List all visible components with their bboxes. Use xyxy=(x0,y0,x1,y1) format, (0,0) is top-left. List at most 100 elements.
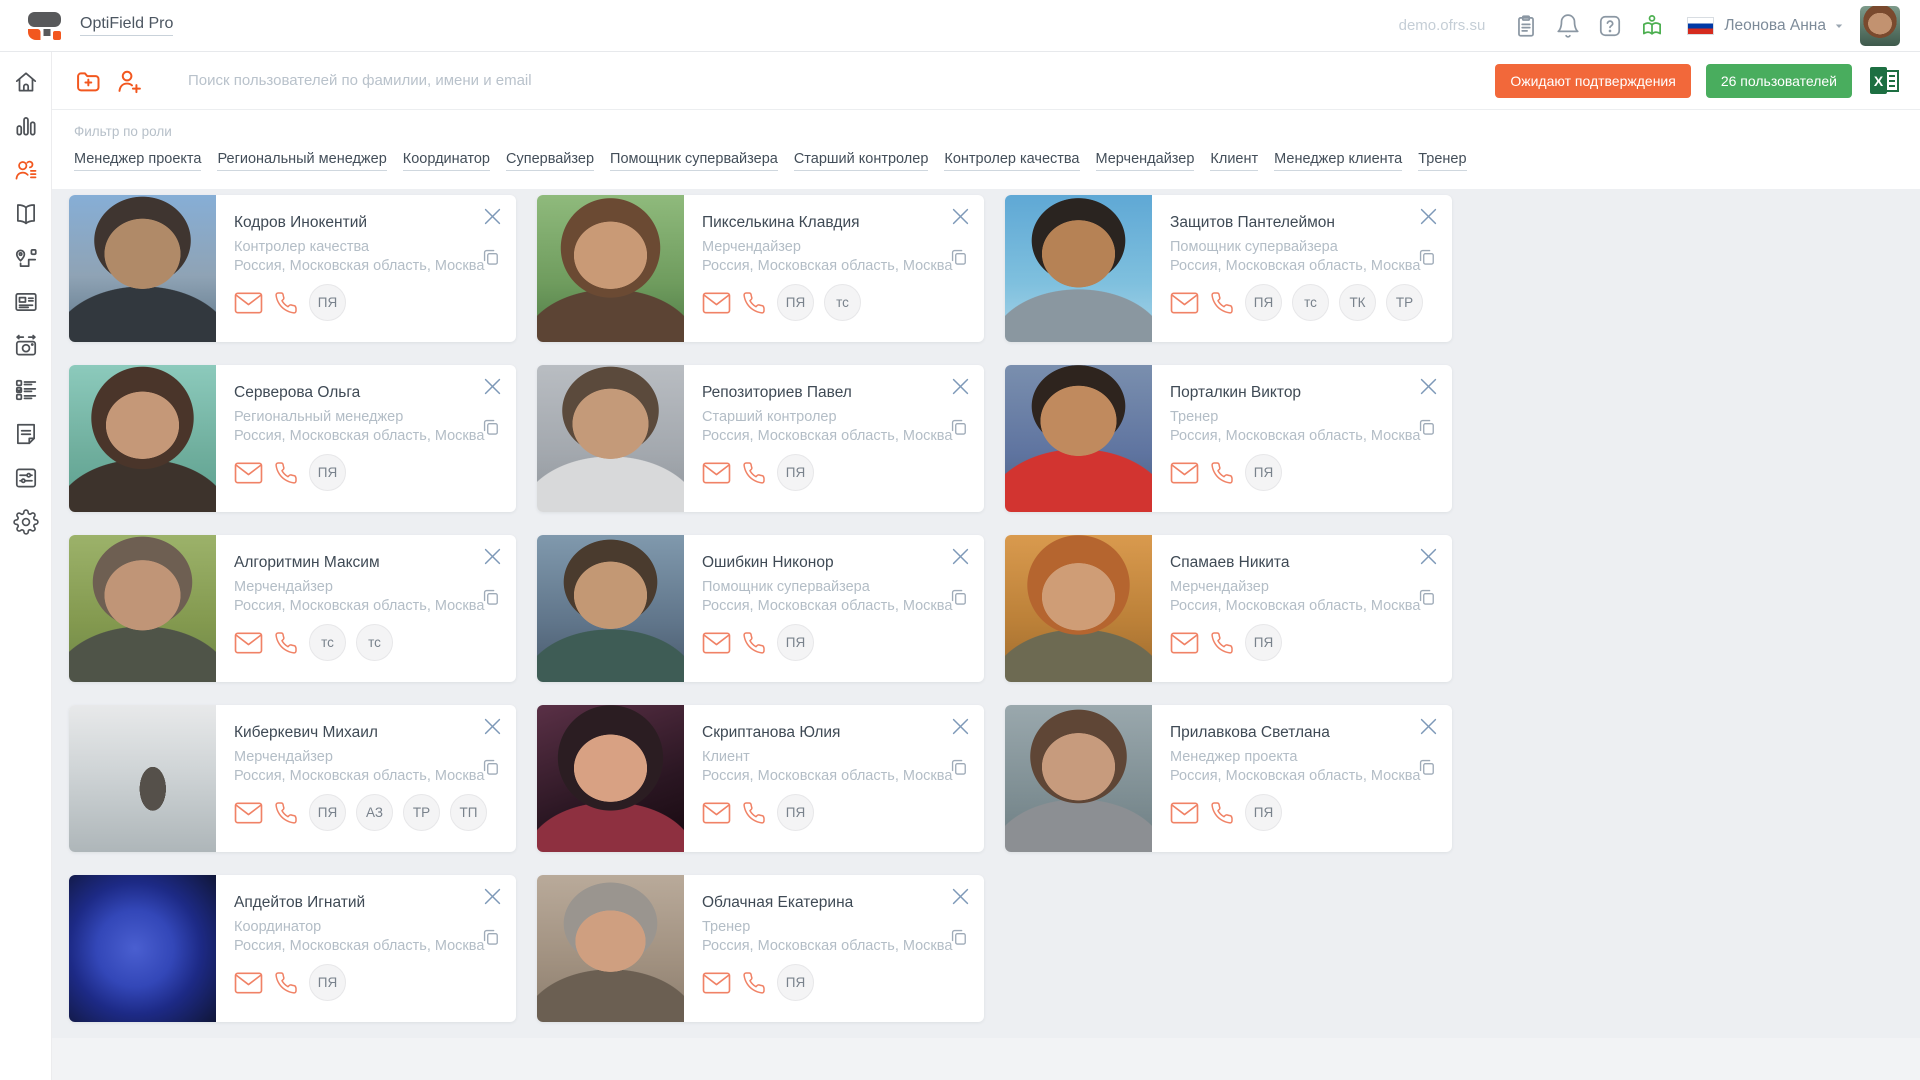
help-icon[interactable] xyxy=(1597,13,1623,39)
sidebar-item-users[interactable] xyxy=(0,148,51,192)
email-icon[interactable] xyxy=(234,972,263,994)
role-filter-item[interactable]: Менеджер клиента xyxy=(1274,151,1402,171)
close-icon[interactable] xyxy=(952,208,969,225)
email-icon[interactable] xyxy=(234,802,263,824)
copy-icon[interactable] xyxy=(949,587,968,606)
copy-icon[interactable] xyxy=(949,927,968,946)
clipboard-icon[interactable] xyxy=(1513,13,1539,39)
email-icon[interactable] xyxy=(234,462,263,484)
bell-icon[interactable] xyxy=(1555,13,1581,39)
chevron-down-icon[interactable] xyxy=(1832,19,1846,33)
email-icon[interactable] xyxy=(702,802,731,824)
email-icon[interactable] xyxy=(702,462,731,484)
user-avatar[interactable] xyxy=(1860,6,1900,46)
language-flag-ru-icon[interactable] xyxy=(1687,17,1714,35)
add-group-icon[interactable] xyxy=(74,67,102,95)
phone-icon[interactable] xyxy=(742,971,766,995)
email-icon[interactable] xyxy=(1170,632,1199,654)
phone-icon[interactable] xyxy=(274,291,298,315)
email-icon[interactable] xyxy=(702,972,731,994)
email-icon[interactable] xyxy=(1170,802,1199,824)
role-filter-item[interactable]: Помощник супервайзера xyxy=(610,151,778,171)
copy-icon[interactable] xyxy=(949,417,968,436)
phone-icon[interactable] xyxy=(274,801,298,825)
email-icon[interactable] xyxy=(234,292,263,314)
email-icon[interactable] xyxy=(1170,462,1199,484)
copy-icon[interactable] xyxy=(481,927,500,946)
role-filter-item[interactable]: Мерчендайзер xyxy=(1096,151,1195,171)
close-icon[interactable] xyxy=(484,378,501,395)
close-icon[interactable] xyxy=(484,888,501,905)
role-filter-item[interactable]: Клиент xyxy=(1210,151,1258,171)
close-icon[interactable] xyxy=(484,718,501,735)
phone-icon[interactable] xyxy=(742,631,766,655)
phone-icon[interactable] xyxy=(742,291,766,315)
role-filter-item[interactable]: Менеджер проекта xyxy=(74,151,201,171)
copy-icon[interactable] xyxy=(949,757,968,776)
copy-icon[interactable] xyxy=(1417,587,1436,606)
sidebar-item-photo-reports[interactable] xyxy=(0,324,51,368)
phone-icon[interactable] xyxy=(274,971,298,995)
search-input[interactable] xyxy=(176,64,1495,97)
excel-export-icon[interactable]: X xyxy=(1870,67,1899,94)
copy-icon[interactable] xyxy=(1417,247,1436,266)
close-icon[interactable] xyxy=(1420,378,1437,395)
copy-icon[interactable] xyxy=(481,247,500,266)
email-icon[interactable] xyxy=(1170,292,1199,314)
phone-icon[interactable] xyxy=(742,801,766,825)
role-filter-item[interactable]: Супервайзер xyxy=(506,151,594,171)
sidebar-item-statistics[interactable] xyxy=(0,104,51,148)
email-icon[interactable] xyxy=(234,632,263,654)
add-user-icon[interactable] xyxy=(116,67,144,95)
copy-icon[interactable] xyxy=(1417,757,1436,776)
close-icon[interactable] xyxy=(1420,208,1437,225)
current-user-name[interactable]: Леонова Анна xyxy=(1724,17,1826,35)
role-filter-item[interactable]: Координатор xyxy=(403,151,490,171)
phone-icon[interactable] xyxy=(1210,291,1234,315)
copy-icon[interactable] xyxy=(481,417,500,436)
role-filter-item[interactable]: Региональный менеджер xyxy=(217,151,386,171)
app-title[interactable]: OptiField Pro xyxy=(80,15,173,36)
user-photo[interactable] xyxy=(537,705,684,852)
close-icon[interactable] xyxy=(952,718,969,735)
copy-icon[interactable] xyxy=(481,587,500,606)
user-photo[interactable] xyxy=(69,535,216,682)
user-photo[interactable] xyxy=(69,365,216,512)
user-photo[interactable] xyxy=(69,195,216,342)
sidebar-item-news[interactable] xyxy=(0,280,51,324)
sidebar-item-home[interactable] xyxy=(0,60,51,104)
pending-confirmation-button[interactable]: Ожидают подтверждения xyxy=(1495,64,1690,98)
user-photo[interactable] xyxy=(69,705,216,852)
role-filter-item[interactable]: Контролер качества xyxy=(944,151,1079,171)
app-logo-icon[interactable] xyxy=(24,6,64,46)
phone-icon[interactable] xyxy=(1210,631,1234,655)
sidebar-item-routes[interactable] xyxy=(0,236,51,280)
close-icon[interactable] xyxy=(952,548,969,565)
email-icon[interactable] xyxy=(702,292,731,314)
user-photo[interactable] xyxy=(1005,705,1152,852)
training-icon[interactable] xyxy=(1639,13,1665,39)
role-filter-item[interactable]: Старший контролер xyxy=(794,151,929,171)
sidebar-item-settings[interactable] xyxy=(0,500,51,544)
phone-icon[interactable] xyxy=(274,461,298,485)
sidebar-item-tasks[interactable] xyxy=(0,368,51,412)
close-icon[interactable] xyxy=(952,888,969,905)
user-photo[interactable] xyxy=(537,195,684,342)
phone-icon[interactable] xyxy=(742,461,766,485)
user-photo[interactable] xyxy=(1005,195,1152,342)
role-filter-item[interactable]: Тренер xyxy=(1418,151,1466,171)
user-photo[interactable] xyxy=(69,875,216,1022)
phone-icon[interactable] xyxy=(1210,801,1234,825)
phone-icon[interactable] xyxy=(1210,461,1234,485)
phone-icon[interactable] xyxy=(274,631,298,655)
sidebar-item-directory[interactable] xyxy=(0,192,51,236)
sidebar-item-documents[interactable] xyxy=(0,412,51,456)
close-icon[interactable] xyxy=(1420,718,1437,735)
copy-icon[interactable] xyxy=(481,757,500,776)
user-photo[interactable] xyxy=(537,365,684,512)
sidebar-item-parameters[interactable] xyxy=(0,456,51,500)
close-icon[interactable] xyxy=(484,548,501,565)
user-photo[interactable] xyxy=(537,535,684,682)
copy-icon[interactable] xyxy=(949,247,968,266)
close-icon[interactable] xyxy=(484,208,501,225)
